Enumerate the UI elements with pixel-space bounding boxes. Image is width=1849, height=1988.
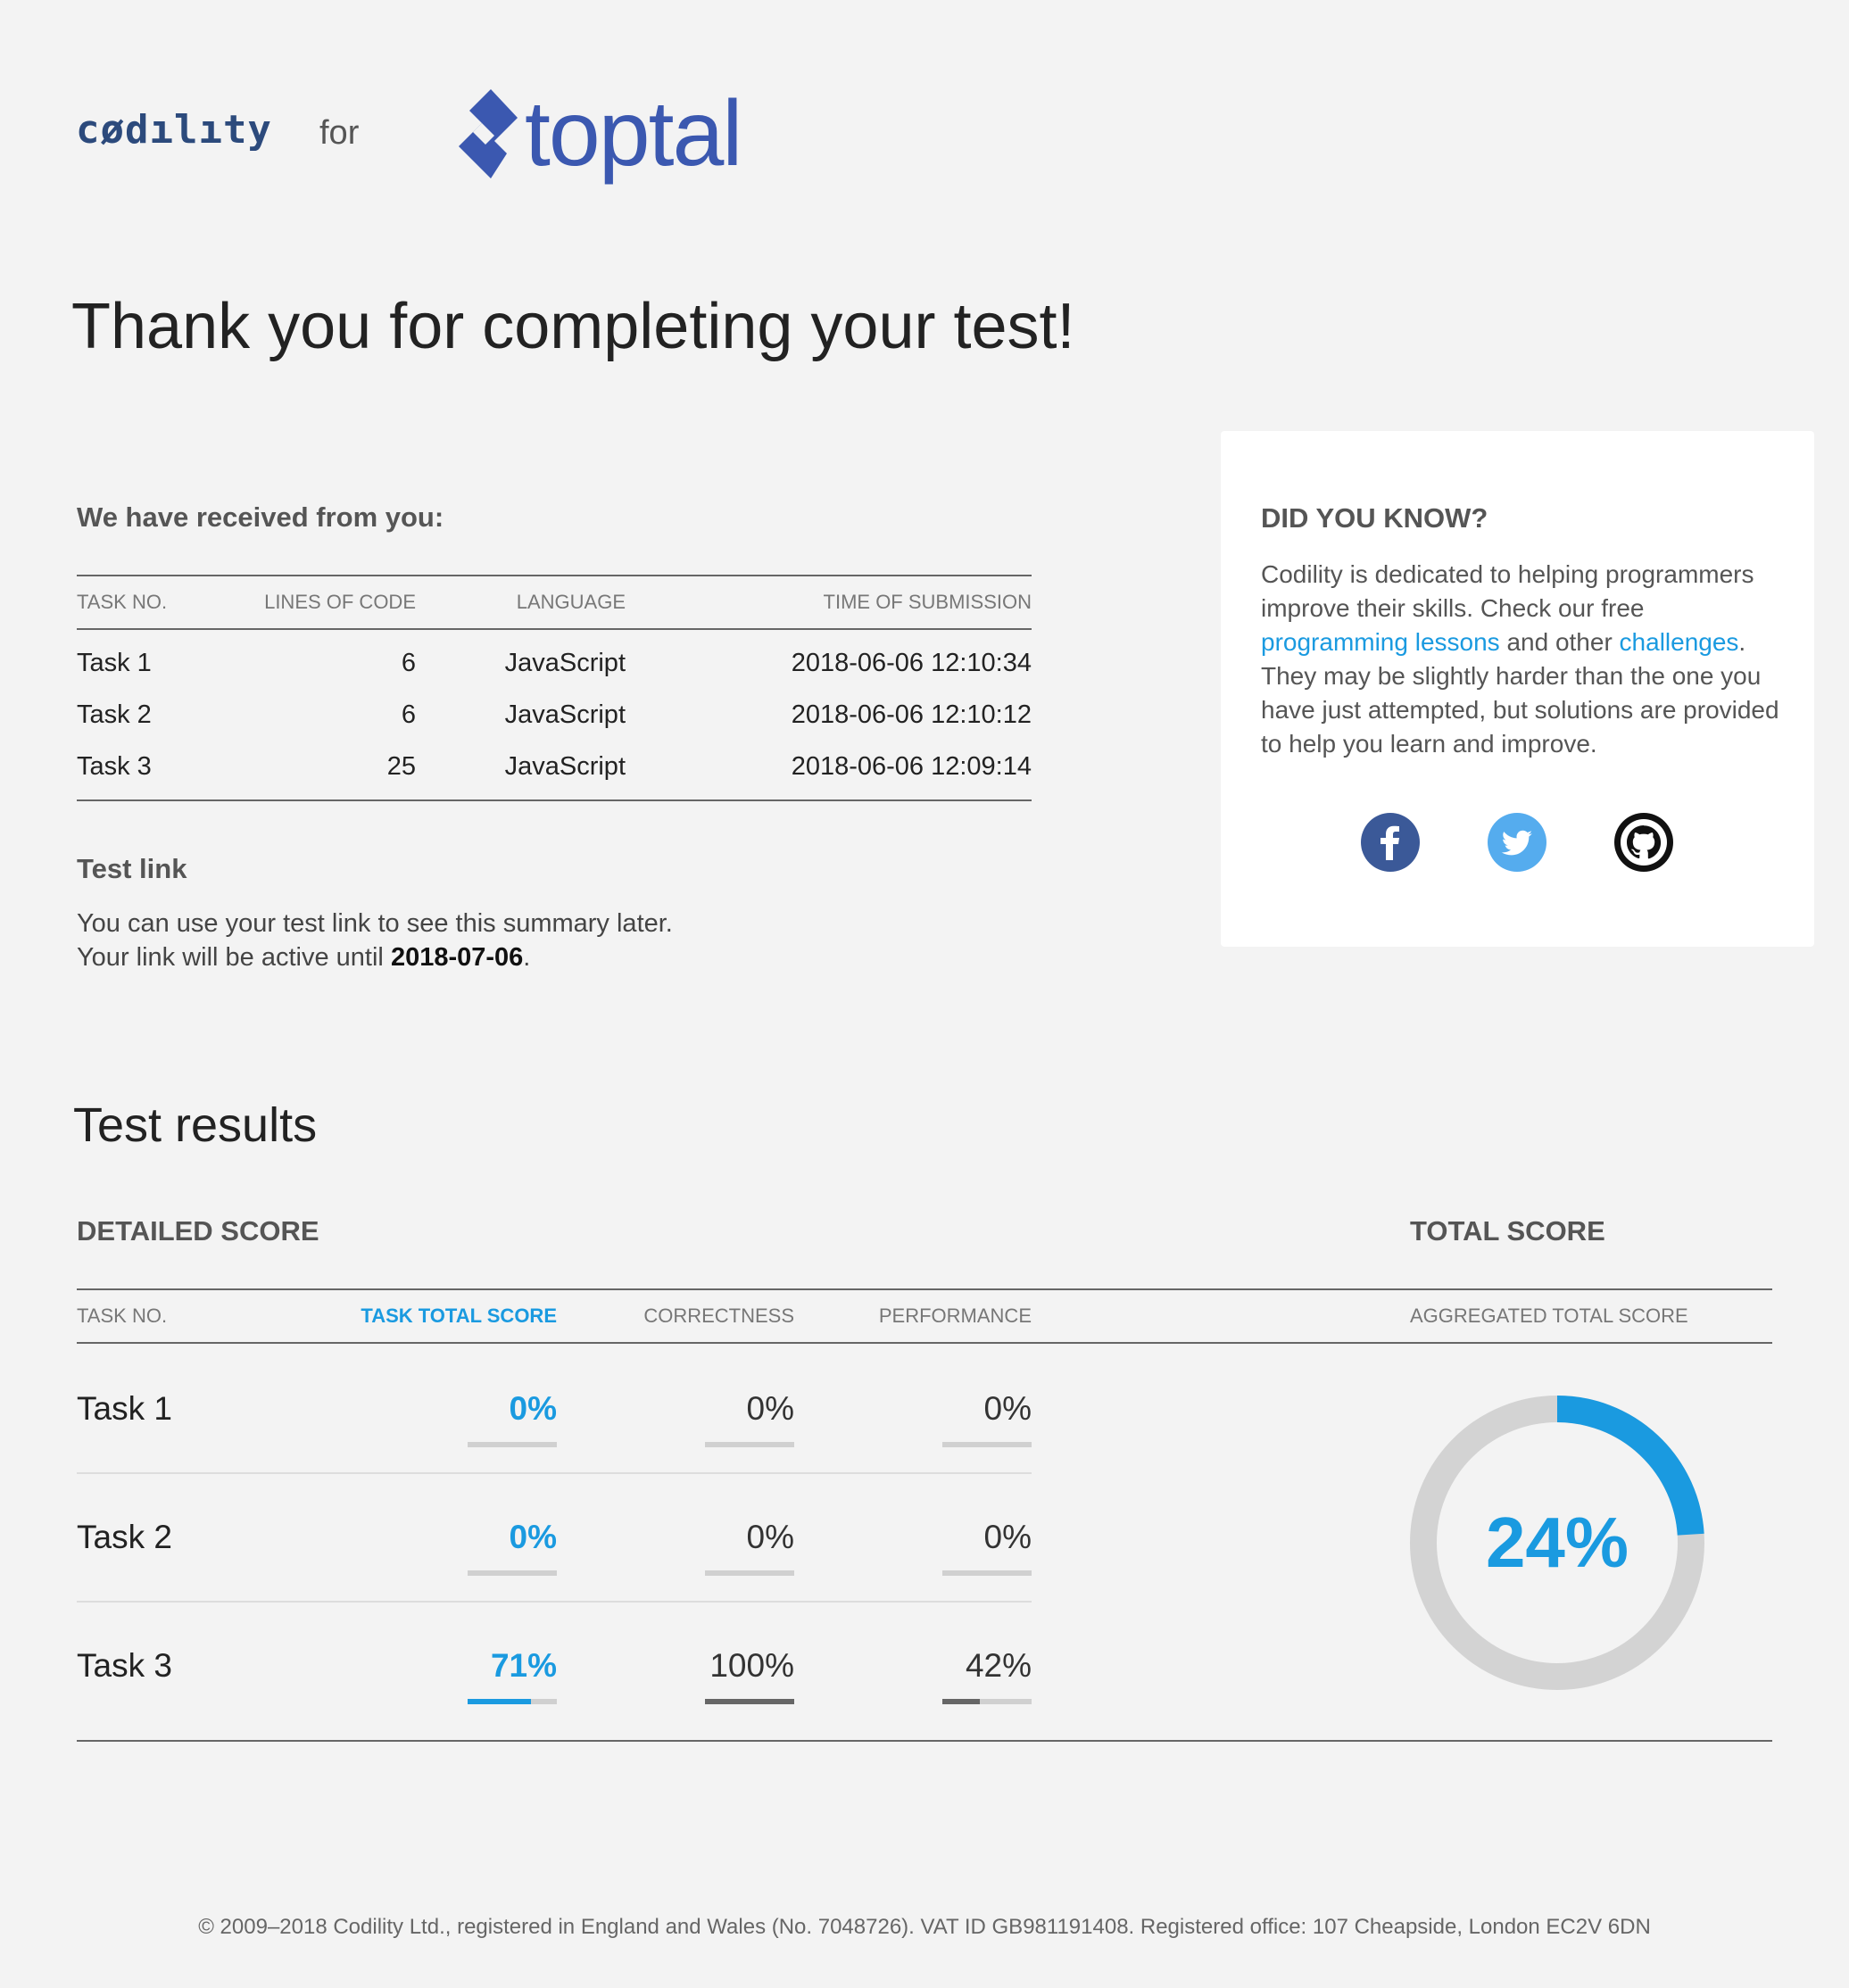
received-table: TASK NO. LINES OF CODE LANGUAGE TIME OF … [77, 575, 1032, 801]
task-total-score: 71% [490, 1647, 557, 1684]
correctness-bar [705, 1570, 794, 1576]
toptal-wordmark: toptal [525, 82, 742, 186]
table-row: Task 2 6 JavaScript 2018-06-06 12:10:12 [77, 689, 1032, 741]
col-task-no: TASK NO. [77, 575, 237, 630]
divider [77, 1740, 1772, 1742]
col-aggregated-total-score: AGGREGATED TOTAL SCORE [1410, 1305, 1688, 1327]
col-language: LANGUAGE [416, 575, 626, 630]
detailed-score-heading: DETAILED SCORE [77, 1215, 319, 1247]
test-link-line2-suffix: . [523, 943, 531, 972]
codility-logo: cødılıty [76, 107, 272, 153]
language-cell: JavaScript [416, 741, 626, 801]
task-name: Task 3 [77, 1647, 172, 1684]
table-row: Task 3 25 JavaScript 2018-06-06 12:09:14 [77, 741, 1032, 801]
footer: © 2009–2018 Codility Ltd., registered in… [198, 1915, 1651, 1939]
task-name: Task 1 [77, 1390, 172, 1427]
twitter-icon[interactable] [1488, 813, 1546, 872]
correctness-bar [705, 1699, 794, 1704]
test-link-text: You can use your test link to see this s… [77, 907, 673, 974]
info-text-2: and other [1499, 628, 1620, 656]
active-until-date: 2018-07-06 [390, 943, 524, 972]
col-task-no: TASK NO. [77, 1305, 168, 1327]
task-cell: Task 2 [77, 700, 152, 729]
col-time-of-submission: TIME OF SUBMISSION [626, 575, 1032, 630]
test-link-heading: Test link [77, 853, 187, 884]
challenges-link[interactable]: challenges [1620, 628, 1739, 656]
task-total-bar [468, 1442, 557, 1447]
task-name: Task 2 [77, 1519, 172, 1555]
performance-bar [942, 1442, 1032, 1447]
for-text: for [319, 114, 360, 152]
correctness-score: 0% [746, 1390, 794, 1427]
correctness-bar [705, 1442, 794, 1447]
did-you-know-text: Codility is dedicated to helping program… [1261, 558, 1796, 761]
task-total-bar [468, 1570, 557, 1576]
performance-bar [942, 1699, 1032, 1704]
col-correctness[interactable]: CORRECTNESS [643, 1305, 794, 1328]
score-row[interactable]: Task 3 71% 100% 42% [77, 1603, 1032, 1731]
did-you-know-panel: DID YOU KNOW? Codility is dedicated to h… [1221, 431, 1814, 947]
correctness-score: 100% [709, 1647, 794, 1684]
score-row[interactable]: Task 2 0% 0% 0% [77, 1474, 1032, 1603]
correctness-score: 0% [746, 1519, 794, 1555]
col-lines-of-code: LINES OF CODE [237, 575, 416, 630]
table-row: Task 1 6 JavaScript 2018-06-06 12:10:34 [77, 629, 1032, 689]
aggregated-score-value: 24% [1485, 1503, 1629, 1582]
performance-score: 0% [983, 1390, 1032, 1427]
test-link-line1: You can use your test link to see this s… [77, 909, 673, 938]
col-performance[interactable]: PERFORMANCE [879, 1305, 1032, 1328]
task-total-score: 0% [509, 1519, 557, 1555]
task-total-bar [468, 1699, 557, 1704]
language-cell: JavaScript [504, 700, 626, 729]
aggregated-score-donut: 24% [1410, 1396, 1704, 1690]
divider [77, 1342, 1772, 1344]
info-text-1: Codility is dedicated to helping program… [1261, 560, 1754, 622]
score-row[interactable]: Task 1 0% 0% 0% [77, 1346, 1032, 1474]
page-title: Thank you for completing your test! [71, 291, 1075, 362]
lines-cell: 6 [401, 700, 416, 729]
performance-score: 42% [965, 1647, 1032, 1684]
task-cell: Task 1 [77, 648, 152, 677]
test-link-line2: Your link will be active until 2018-07-0… [77, 940, 673, 974]
col-task-total-score[interactable]: TASK TOTAL SCORE [361, 1305, 557, 1328]
task-total-score: 0% [509, 1390, 557, 1427]
total-score-heading: TOTAL SCORE [1410, 1215, 1605, 1247]
time-cell: 2018-06-06 12:10:12 [791, 700, 1032, 729]
time-cell: 2018-06-06 12:10:34 [791, 648, 1032, 677]
time-cell: 2018-06-06 12:09:14 [626, 741, 1032, 801]
lines-cell: 25 [237, 741, 416, 801]
did-you-know-heading: DID YOU KNOW? [1261, 502, 1488, 534]
toptal-mark-icon [459, 89, 518, 178]
performance-bar [942, 1570, 1032, 1576]
task-cell: Task 3 [77, 741, 237, 801]
divider [77, 1288, 1772, 1290]
test-link-line2-prefix: Your link will be active until [77, 943, 391, 972]
received-table-header: TASK NO. LINES OF CODE LANGUAGE TIME OF … [77, 575, 1032, 630]
language-cell: JavaScript [504, 648, 626, 677]
lines-cell: 6 [401, 648, 416, 677]
programming-lessons-link[interactable]: programming lessons [1261, 628, 1500, 656]
results-title: Test results [73, 1098, 318, 1152]
received-heading: We have received from you: [77, 501, 444, 533]
facebook-icon[interactable] [1361, 813, 1420, 872]
github-icon[interactable] [1614, 813, 1673, 872]
toptal-logo: toptal [455, 82, 742, 186]
performance-score: 0% [983, 1519, 1032, 1555]
